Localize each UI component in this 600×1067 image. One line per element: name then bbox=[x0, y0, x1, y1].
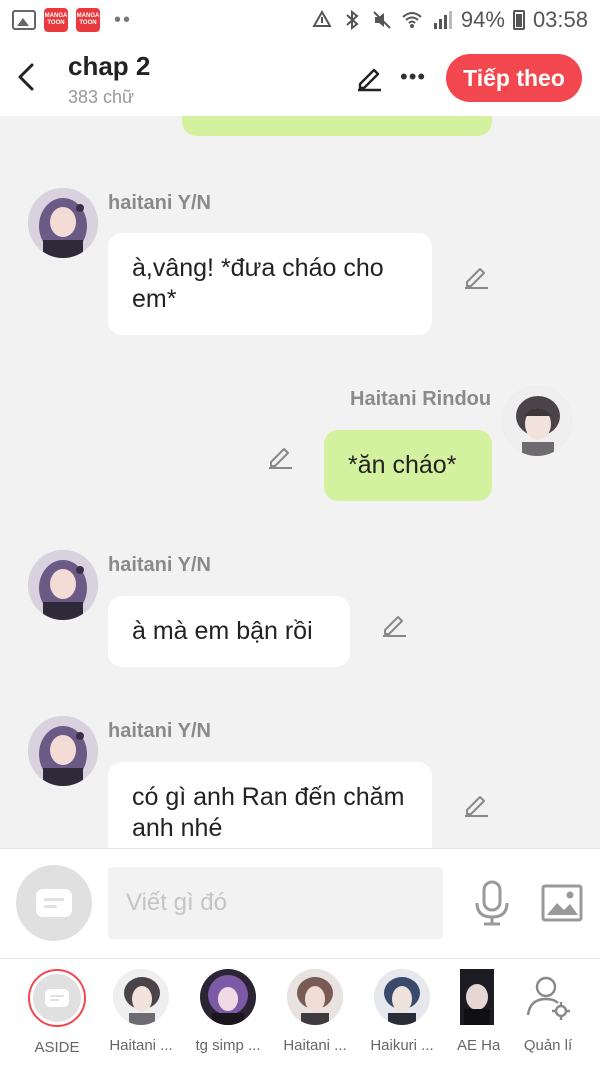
status-bar: MANGA TOON MANGA TOON •• 94% 03:58 bbox=[0, 0, 600, 40]
manage-user-icon bbox=[526, 976, 570, 1020]
next-chapter-button[interactable]: Tiếp theo bbox=[446, 54, 582, 102]
character-item[interactable]: Haitani ... bbox=[96, 969, 186, 1054]
battery-icon bbox=[512, 10, 525, 30]
character-avatar bbox=[374, 969, 430, 1025]
sender-name: haitani Y/N bbox=[108, 720, 211, 742]
page-title: chap 2 bbox=[68, 51, 151, 81]
gallery-notification-icon bbox=[12, 10, 36, 30]
more-notifications-icon: •• bbox=[114, 8, 133, 31]
signal-icon bbox=[433, 11, 452, 29]
character-aside[interactable]: ASIDE bbox=[12, 969, 102, 1056]
sender-name: haitani Y/N bbox=[108, 554, 211, 576]
character-avatar bbox=[200, 969, 256, 1025]
clock: 03:58 bbox=[532, 7, 588, 32]
chat-bubble-self[interactable]: *ăn cháo* bbox=[324, 430, 492, 501]
header: chap 2 383 chữ ••• Tiếp theo bbox=[0, 40, 600, 116]
edit-pencil-icon[interactable] bbox=[354, 62, 384, 92]
edit-message-icon[interactable] bbox=[266, 442, 294, 470]
wifi-icon bbox=[402, 12, 422, 28]
character-label: Haitani ... bbox=[109, 1037, 173, 1054]
input-bar bbox=[0, 848, 600, 958]
aside-icon bbox=[45, 989, 69, 1007]
mute-icon bbox=[373, 11, 391, 29]
chat-bubble[interactable]: à,vâng! *đưa cháo cho em* bbox=[108, 233, 432, 335]
edit-message-icon[interactable] bbox=[380, 610, 408, 638]
character-item[interactable]: AE Ha bbox=[444, 969, 500, 1054]
character-item[interactable]: tg simp ... bbox=[183, 969, 273, 1054]
character-label: Haikuri ... bbox=[370, 1037, 434, 1054]
image-upload-icon[interactable] bbox=[540, 883, 584, 923]
sender-name: haitani Y/N bbox=[108, 192, 211, 214]
chat-bubble-partial bbox=[182, 116, 492, 136]
mangatoon-notification-icon: MANGA TOON bbox=[44, 8, 68, 32]
character-item[interactable]: Haikuri ... bbox=[357, 969, 447, 1054]
manage-characters-button[interactable]: Quản lí bbox=[503, 969, 593, 1054]
character-avatar bbox=[287, 969, 343, 1025]
character-label: Quản lí bbox=[523, 1037, 573, 1054]
mangatoon-notification-icon-2: MANGA TOON bbox=[76, 8, 100, 32]
more-options-icon[interactable]: ••• bbox=[400, 66, 426, 88]
avatar-haitani-yn[interactable] bbox=[28, 550, 98, 620]
back-arrow-icon[interactable] bbox=[14, 60, 42, 94]
character-label: tg simp ... bbox=[195, 1037, 261, 1054]
character-label: AE Ha bbox=[457, 1037, 500, 1054]
edit-message-icon[interactable] bbox=[462, 262, 490, 290]
sender-name: Haitani Rindou bbox=[350, 388, 492, 410]
bluetooth-icon bbox=[346, 9, 359, 31]
chat-bubble[interactable]: à mà em bận rồi bbox=[108, 596, 350, 667]
avatar-haitani-rindou[interactable] bbox=[502, 386, 572, 456]
avatar-haitani-yn[interactable] bbox=[28, 188, 98, 258]
character-label: ASIDE bbox=[34, 1039, 80, 1056]
microphone-icon[interactable] bbox=[472, 879, 512, 927]
character-label: Haitani ... bbox=[283, 1037, 347, 1054]
data-saver-icon bbox=[312, 9, 332, 27]
character-item[interactable]: Haitani ... bbox=[270, 969, 360, 1054]
edit-message-icon[interactable] bbox=[462, 790, 490, 818]
character-avatar bbox=[113, 969, 169, 1025]
message-input[interactable] bbox=[108, 867, 443, 939]
chat-bubble[interactable]: có gì anh Ran đến chăm anh nhé bbox=[108, 762, 432, 848]
avatar-haitani-yn[interactable] bbox=[28, 716, 98, 786]
chat-area[interactable]: haitani Y/N à,vâng! *đưa cháo cho em* Ha… bbox=[0, 116, 600, 848]
character-bar: ASIDE Haitani ... tg simp ... Haitani ..… bbox=[0, 958, 600, 1067]
battery-percent: 94% bbox=[460, 7, 505, 32]
word-count: 383 chữ bbox=[68, 87, 135, 107]
aside-toggle-button[interactable] bbox=[16, 865, 92, 941]
aside-icon bbox=[36, 889, 72, 917]
aside-selected-ring bbox=[28, 969, 86, 1027]
character-avatar bbox=[460, 969, 494, 1025]
